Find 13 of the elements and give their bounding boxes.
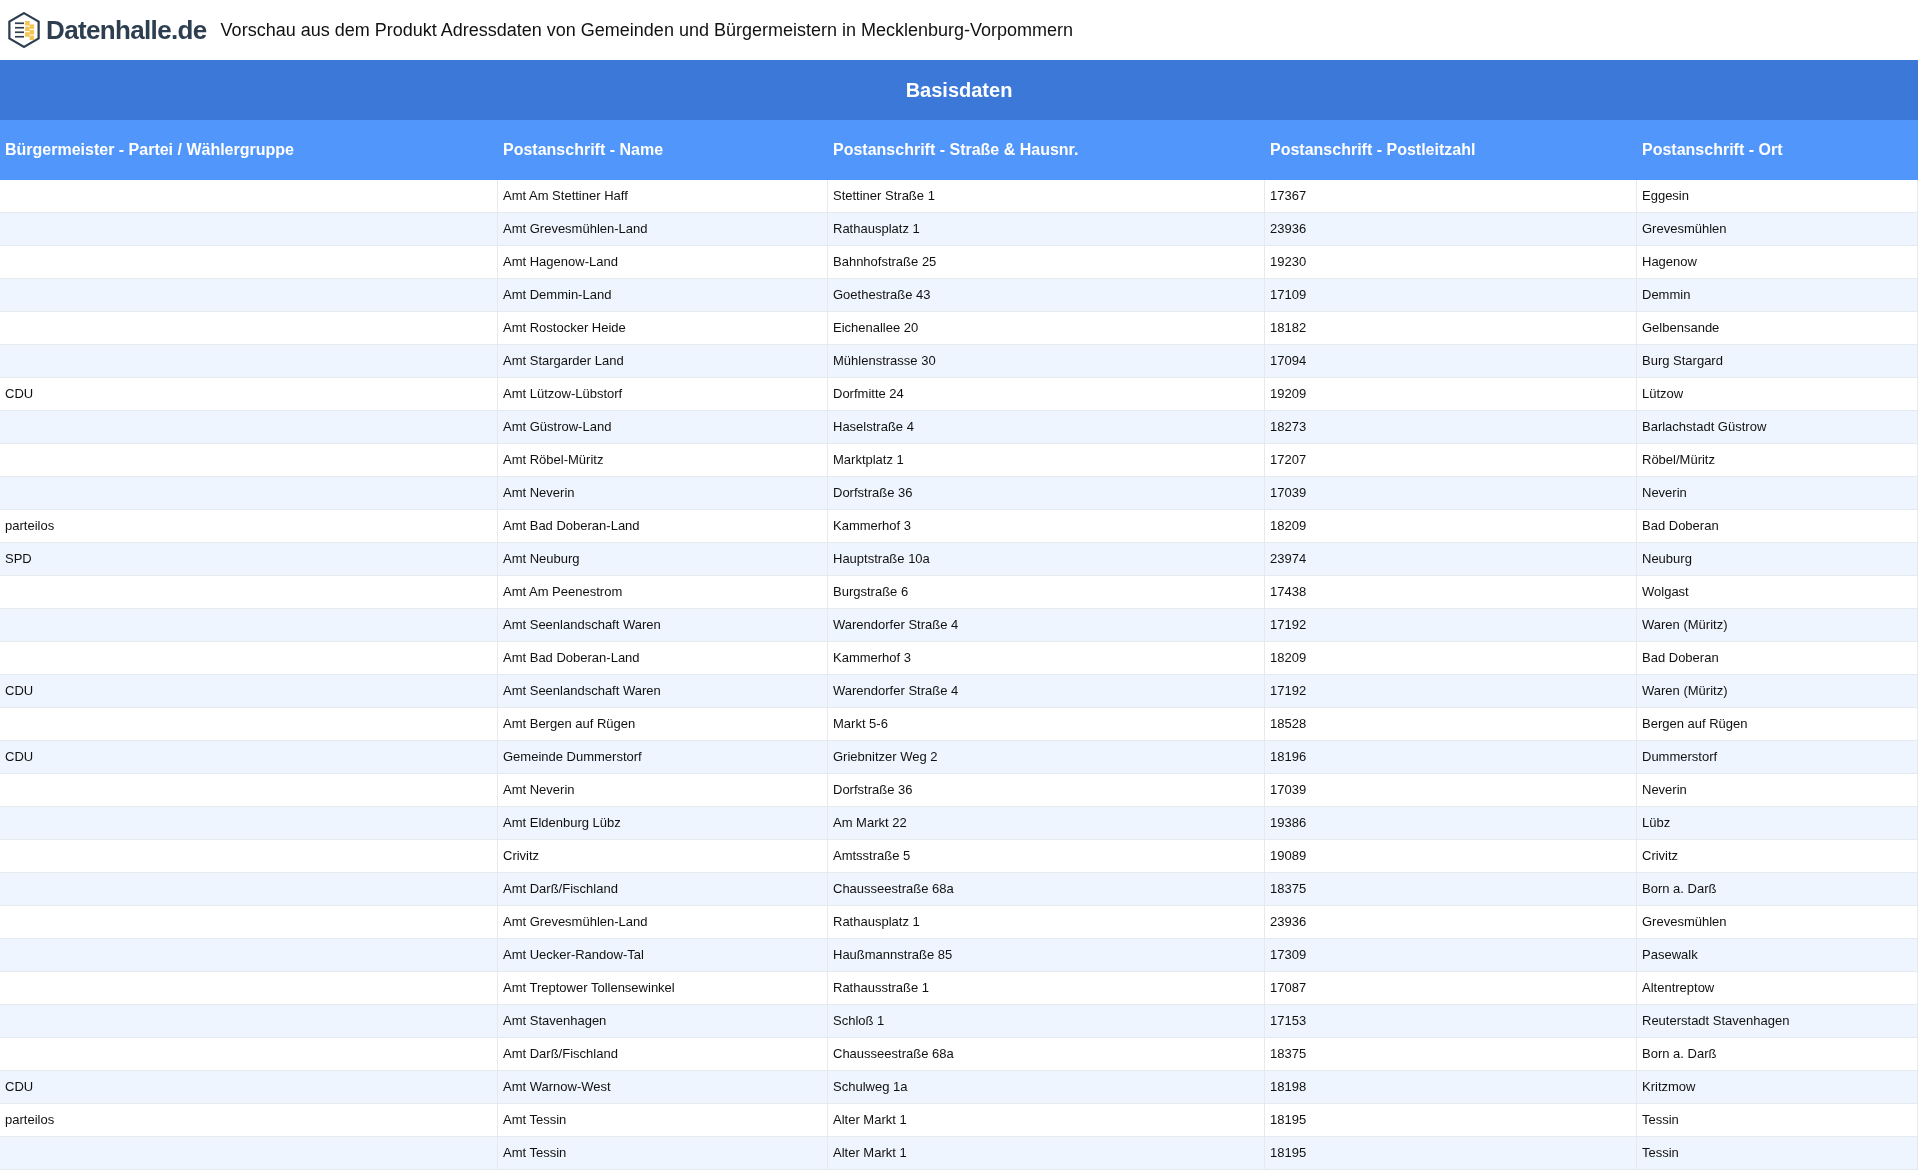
column-header: Postanschrift - Name [502, 140, 665, 160]
table-cell: 18195 [1265, 1137, 1637, 1170]
column-header: Postanschrift - Ort [1641, 140, 1784, 160]
logo-icon [6, 12, 42, 48]
table-cell: Amt Tessin [498, 1137, 828, 1170]
column-header: Postanschrift - Postleitzahl [1269, 140, 1477, 160]
column-header: Bürgermeister - Partei / Wählergruppe [4, 140, 295, 160]
logo-text: Datenhalle.de [46, 13, 207, 47]
page-title: Vorschau aus dem Produkt Adressdaten von Gemeinden und Bürgermeistern in Mecklenburg-Vorpommern [220, 18, 1074, 42]
column-header: Postanschrift - Straße & Hausnr. [832, 140, 1080, 160]
table-cell: Tessin [1637, 1137, 1918, 1170]
group-heading: Basisdaten [0, 60, 1918, 120]
table-cell: Alter Markt 1 [828, 1137, 1265, 1170]
